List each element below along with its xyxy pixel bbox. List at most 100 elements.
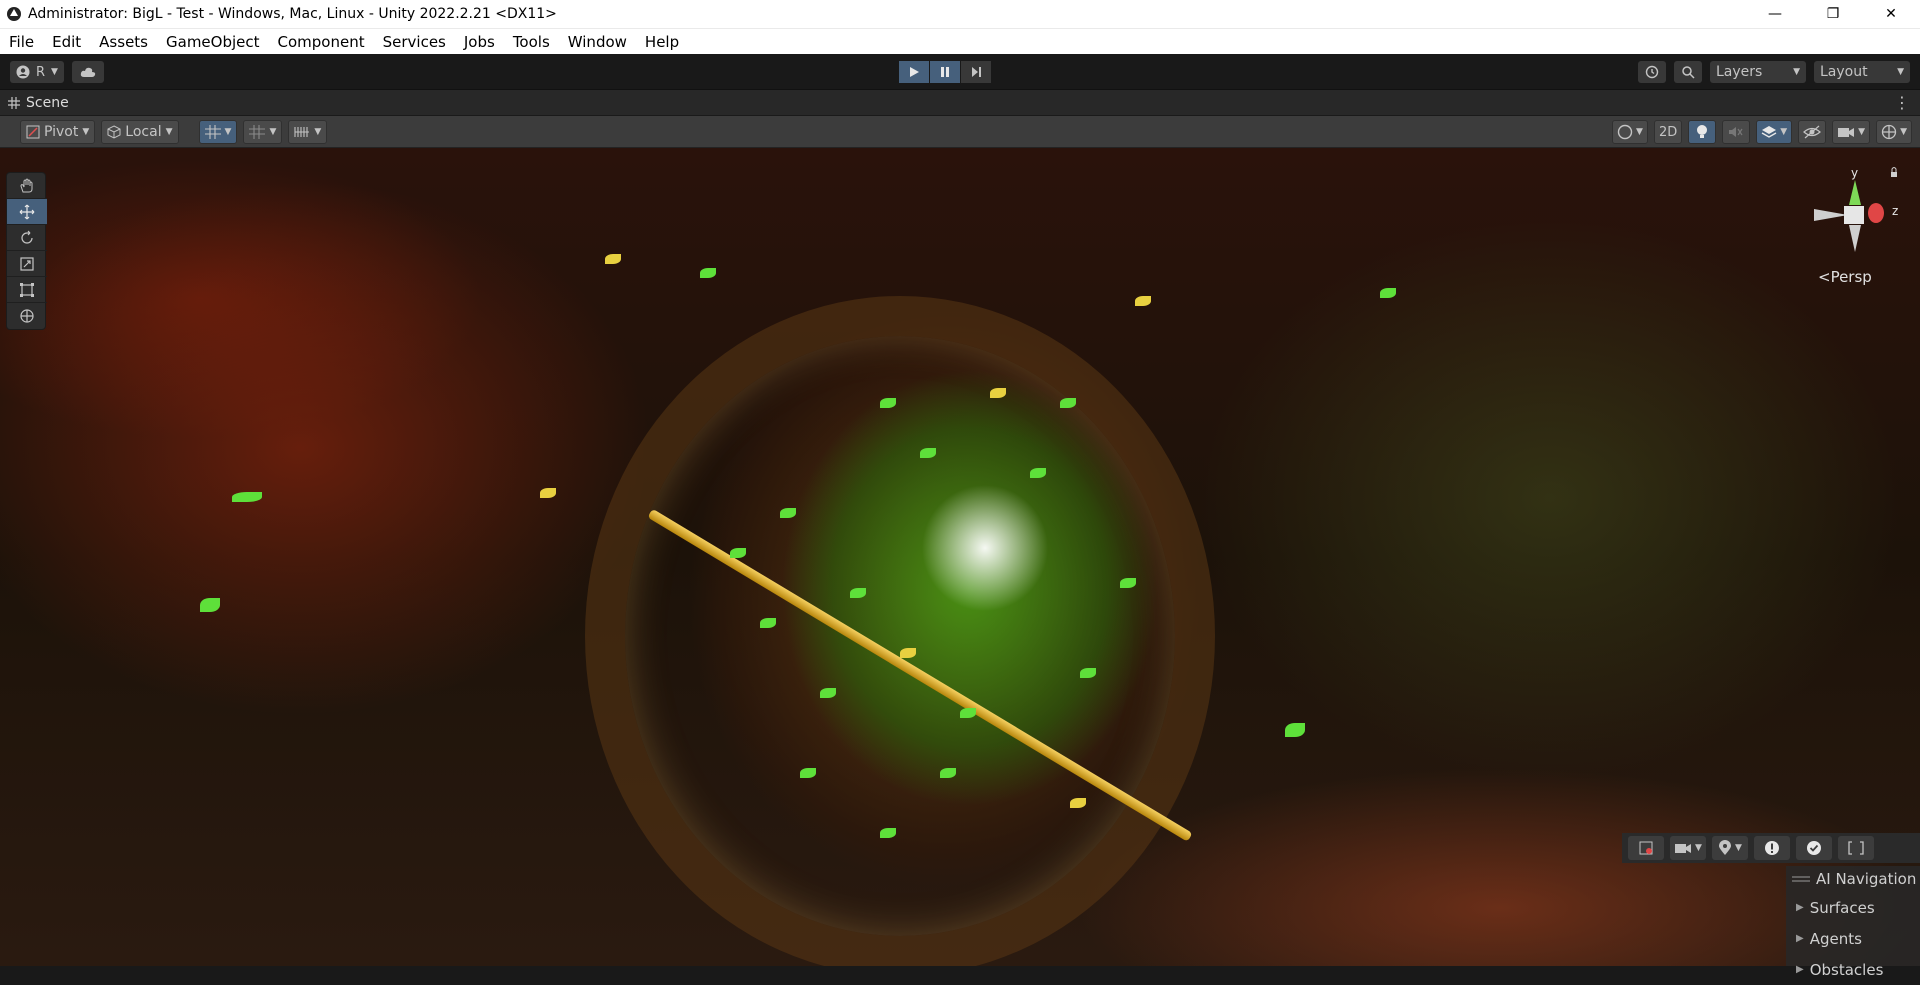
chevron-down-icon: ▼	[1897, 67, 1904, 77]
layout-dropdown[interactable]: Layout ▼	[1814, 61, 1910, 83]
user-icon	[16, 65, 30, 79]
effects-dropdown[interactable]: ▼	[1756, 120, 1793, 144]
chevron-down-icon: ▼	[314, 127, 322, 137]
mode-2d-label: 2D	[1658, 124, 1678, 140]
ai-nav-item-label: Surfaces	[1809, 898, 1875, 917]
mode-2d-toggle[interactable]: 2D	[1653, 120, 1683, 144]
menu-component[interactable]: Component	[269, 33, 374, 51]
rotate-tool[interactable]	[7, 225, 47, 251]
warning-button[interactable]	[1754, 836, 1790, 860]
search-button[interactable]	[1674, 61, 1702, 83]
gizmo-y-label: y	[1851, 166, 1859, 180]
step-button[interactable]	[961, 61, 991, 83]
search-icon	[1682, 66, 1695, 79]
pivot-dropdown[interactable]: Pivot ▼	[20, 120, 96, 144]
alert-icon	[1765, 841, 1779, 855]
draw-mode-dropdown[interactable]: ▼	[1612, 120, 1648, 144]
effects-layers-icon	[1761, 126, 1777, 138]
window-titlebar: Administrator: BigL - Test - Windows, Ma…	[0, 0, 1920, 28]
camera-preview-dropdown[interactable]: ▼	[1670, 836, 1706, 860]
ai-nav-item-obstacles[interactable]: ▶ Obstacles	[1786, 954, 1920, 985]
hand-icon	[20, 178, 33, 192]
minimize-button[interactable]: —	[1746, 0, 1804, 28]
scale-tool[interactable]	[7, 251, 47, 277]
increment-snap-icon	[249, 125, 266, 139]
ai-nav-item-label: Agents	[1809, 929, 1862, 948]
menu-file[interactable]: File	[0, 33, 43, 51]
menu-edit[interactable]: Edit	[43, 33, 90, 51]
menu-services[interactable]: Services	[374, 33, 455, 51]
play-icon	[910, 67, 919, 77]
pivot-icon	[26, 125, 40, 139]
local-label: Local	[125, 124, 162, 140]
audio-mute-icon	[1729, 127, 1743, 137]
main-toolbar: R ▼ Layers ▼ Layout ▼	[0, 54, 1920, 90]
portal-ring	[585, 296, 1215, 966]
hand-tool[interactable]	[7, 173, 47, 199]
menu-gameobject[interactable]: GameObject	[157, 33, 269, 51]
history-icon	[1645, 65, 1659, 79]
menu-window[interactable]: Window	[559, 33, 636, 51]
ai-nav-item-surfaces[interactable]: ▶ Surfaces	[1786, 892, 1920, 923]
scale-icon	[20, 256, 34, 271]
projection-label[interactable]: <Persp	[1818, 268, 1872, 286]
increment-snap-toggle[interactable]: ▼	[243, 120, 283, 144]
account-button[interactable]: R ▼	[10, 61, 64, 83]
fullscreen-button[interactable]	[1838, 836, 1874, 860]
play-button[interactable]	[899, 61, 929, 83]
record-button[interactable]	[1628, 836, 1664, 860]
ruler-toggle[interactable]: ▼	[288, 120, 328, 144]
validate-button[interactable]	[1796, 836, 1832, 860]
chevron-down-icon: ▼	[1900, 127, 1907, 137]
lightbulb-icon	[1697, 125, 1708, 138]
menu-help[interactable]: Help	[636, 33, 688, 51]
grid-snap-icon	[204, 125, 221, 139]
pause-button[interactable]	[930, 61, 960, 83]
grid-icon	[8, 97, 20, 109]
shaded-sphere-icon	[1617, 124, 1633, 140]
move-icon	[19, 204, 35, 219]
chevron-down-icon: ▼	[1695, 843, 1702, 853]
camera-settings-dropdown[interactable]: ▼	[1832, 120, 1871, 144]
step-icon	[972, 67, 981, 77]
audio-toggle[interactable]	[1722, 120, 1751, 144]
rect-tool[interactable]	[7, 277, 47, 303]
gizmos-dropdown[interactable]: ▼	[1876, 120, 1912, 144]
pivot-label: Pivot	[44, 124, 79, 140]
menu-tools[interactable]: Tools	[504, 33, 559, 51]
local-dropdown[interactable]: Local ▼	[101, 120, 179, 144]
cloud-button[interactable]	[71, 61, 104, 83]
hidden-objects-toggle[interactable]	[1798, 120, 1827, 144]
layers-dropdown[interactable]: Layers ▼	[1710, 61, 1806, 83]
transform-tool[interactable]	[7, 303, 47, 329]
close-button[interactable]: ✕	[1862, 0, 1920, 28]
tab-scene[interactable]: Scene	[8, 90, 69, 116]
location-dropdown[interactable]: ▼	[1712, 836, 1748, 860]
chevron-down-icon: ▼	[82, 127, 90, 137]
chevron-down-icon: ▼	[1793, 67, 1800, 77]
rect-transform-icon	[20, 282, 34, 297]
scene-toolbar: Pivot ▼ Local ▼ ▼ ▼ ▼ ▼ 2D ▼ ▼ ▼	[0, 116, 1920, 148]
transform-tools	[6, 172, 47, 330]
ai-nav-item-agents[interactable]: ▶ Agents	[1786, 923, 1920, 954]
record-icon	[1639, 841, 1653, 855]
ai-navigation-header[interactable]: AI Navigation	[1786, 866, 1920, 892]
grid-snap-toggle[interactable]: ▼	[198, 120, 238, 144]
scene-tab-bar: Scene ⋮	[0, 90, 1920, 116]
window-title: Administrator: BigL - Test - Windows, Ma…	[28, 6, 557, 22]
more-options-icon[interactable]: ⋮	[1894, 93, 1910, 112]
chevron-down-icon: ▼	[1636, 127, 1643, 137]
account-label: R	[36, 64, 46, 80]
lighting-toggle[interactable]	[1688, 120, 1717, 144]
ruler-icon	[294, 127, 310, 137]
rotate-icon	[21, 230, 33, 244]
menu-jobs[interactable]: Jobs	[455, 33, 504, 51]
menu-assets[interactable]: Assets	[90, 33, 157, 51]
cube-icon	[107, 125, 121, 139]
gizmo-globe-icon	[1881, 124, 1897, 140]
ai-navigation-title: AI Navigation	[1816, 870, 1917, 888]
maximize-button[interactable]: ❐	[1804, 0, 1862, 28]
history-button[interactable]	[1638, 61, 1666, 83]
transform-icon	[20, 309, 34, 323]
move-tool[interactable]	[7, 199, 47, 225]
